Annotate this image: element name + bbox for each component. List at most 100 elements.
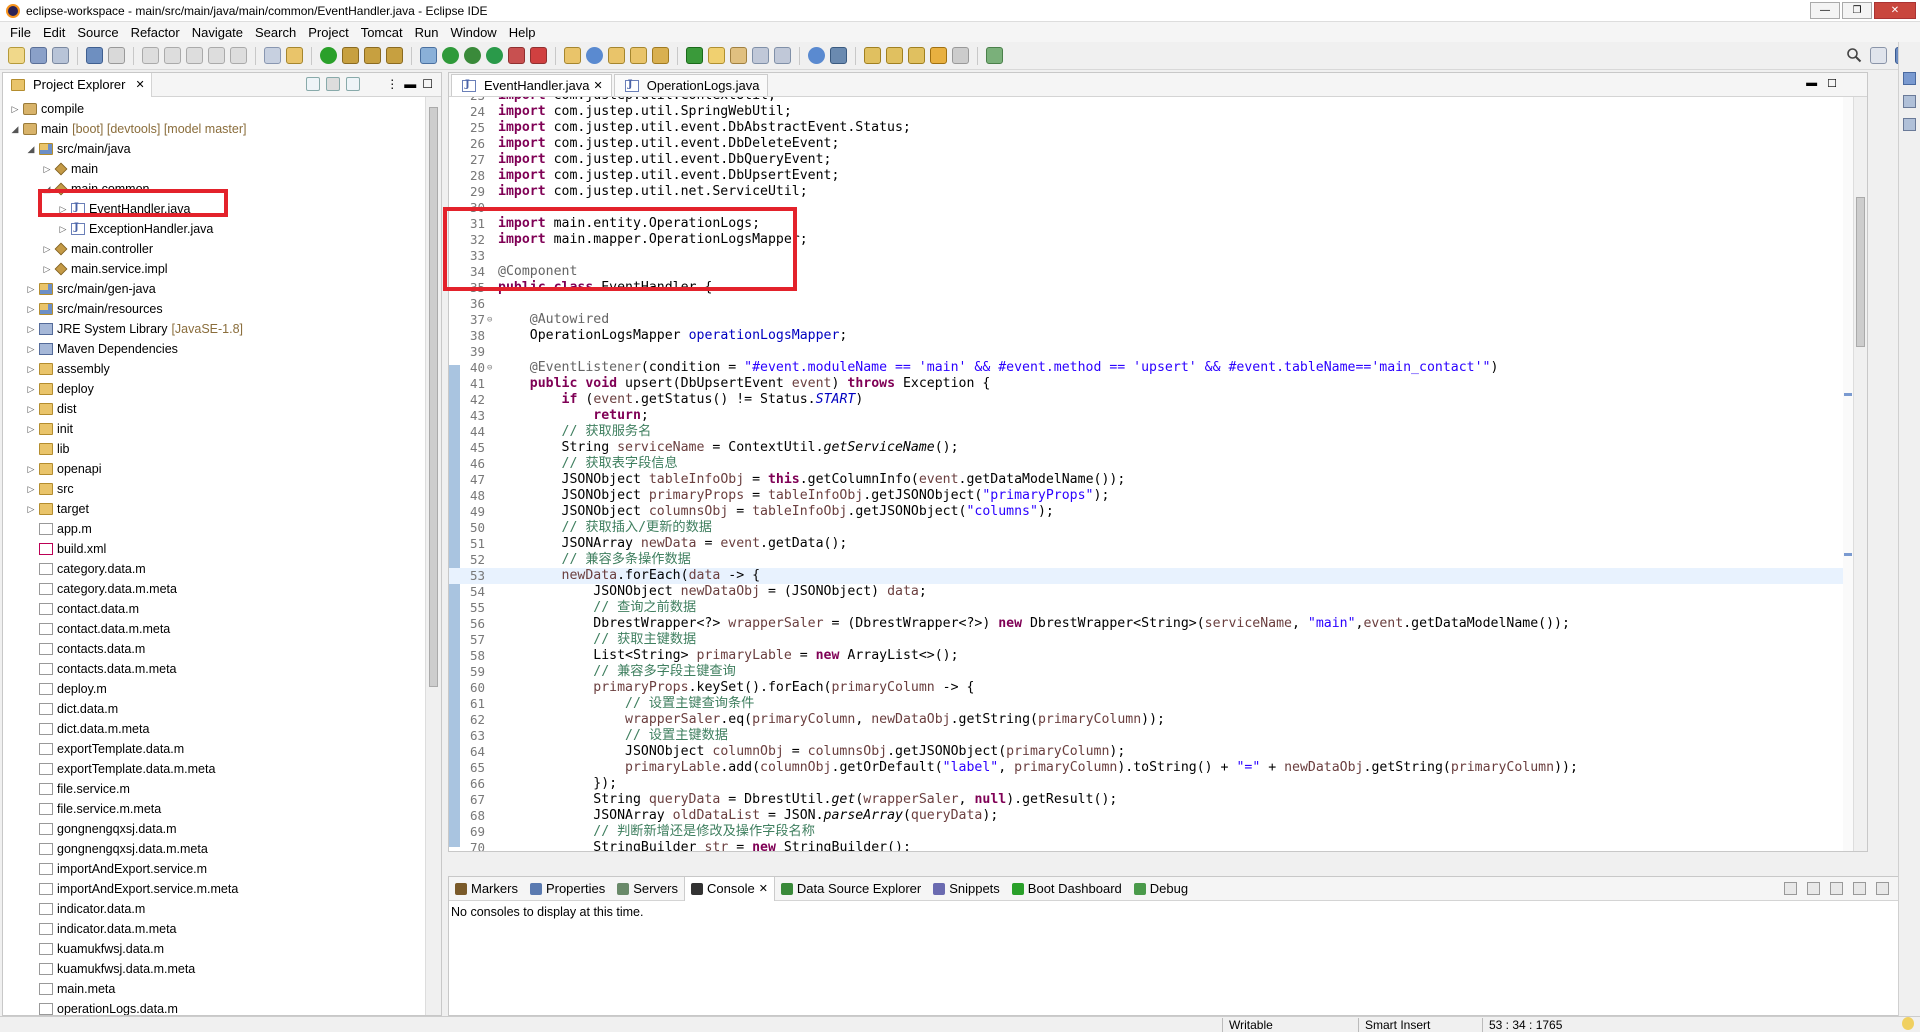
fold-toggle-icon[interactable]: ⊖ xyxy=(487,312,492,328)
forward-icon[interactable] xyxy=(952,47,969,64)
code-line[interactable]: 27 import com.justep.util.event.DbQueryEv… xyxy=(449,152,1867,168)
code-line[interactable]: 69 // 判断新增还是修改及操作字段名称 xyxy=(449,824,1867,840)
close-icon[interactable]: ✕ xyxy=(135,78,144,91)
code-line[interactable]: 61 // 设置主键查询条件 xyxy=(449,696,1867,712)
next-annotation-icon[interactable] xyxy=(686,47,703,64)
tree-item[interactable]: gongnengqxsj.data.m.meta xyxy=(3,839,425,859)
expand-toggle-icon[interactable]: ◢ xyxy=(41,184,53,195)
open-perspective-icon[interactable] xyxy=(1870,47,1887,64)
code-line[interactable]: 52 // 兼容多条操作数据 xyxy=(449,552,1867,568)
menu-run[interactable]: Run xyxy=(409,25,445,40)
tip-lightbulb-icon[interactable] xyxy=(1902,1017,1914,1030)
new-class-icon[interactable] xyxy=(586,47,603,64)
tab-project-explorer[interactable]: Project Explorer ✕ xyxy=(3,72,152,97)
expand-toggle-icon[interactable]: ▷ xyxy=(25,304,37,315)
save-all-icon[interactable] xyxy=(52,47,69,64)
tab-eventhandler-java[interactable]: EventHandler.java ✕ xyxy=(451,74,612,96)
menu-project[interactable]: Project xyxy=(302,25,354,40)
fold-toggle-icon[interactable]: ⊖ xyxy=(487,360,492,376)
tree-item[interactable]: ▷ deploy xyxy=(3,379,425,399)
code-line[interactable]: 48 JSONObject primaryProps = tableInfoOb… xyxy=(449,488,1867,504)
tree-item[interactable]: importAndExport.service.m xyxy=(3,859,425,879)
editor-scrollbar[interactable] xyxy=(1853,97,1867,851)
tree-item[interactable]: ▷ compile xyxy=(3,99,425,119)
close-window-button[interactable]: ✕ xyxy=(1874,2,1916,19)
minimize-view-icon[interactable] xyxy=(1853,882,1866,895)
code-line[interactable]: 23 import com.justep.util.ContextUtil; xyxy=(449,97,1867,104)
code-line[interactable]: 58 List<String> primaryLable = new Array… xyxy=(449,648,1867,664)
expand-toggle-icon[interactable]: ▷ xyxy=(9,104,21,115)
code-line[interactable]: 67 String queryData = DbrestUtil.get(wra… xyxy=(449,792,1867,808)
tree-item[interactable]: indicator.data.m.meta xyxy=(3,919,425,939)
code-line[interactable]: 59 // 兼容多字段主键查询 xyxy=(449,664,1867,680)
expand-toggle-icon[interactable]: ▷ xyxy=(57,224,69,235)
suspend-icon[interactable] xyxy=(164,47,181,64)
collapse-all-icon[interactable] xyxy=(306,77,321,91)
code-line[interactable]: 30 xyxy=(449,200,1867,216)
next-edit-icon[interactable] xyxy=(864,47,881,64)
tree-item[interactable]: kuamukfwsj.data.m xyxy=(3,939,425,959)
tomcat-stop-icon[interactable] xyxy=(364,47,381,64)
debug-icon[interactable] xyxy=(420,47,437,64)
menu-window[interactable]: Window xyxy=(444,25,502,40)
tree-item[interactable]: operationLogs.data.m xyxy=(3,999,425,1015)
tree-item[interactable]: ▷ Maven Dependencies xyxy=(3,339,425,359)
minimize-editor-icon[interactable]: ▬ xyxy=(1806,77,1817,90)
tree-item[interactable]: ▷ ExceptionHandler.java xyxy=(3,219,425,239)
code-line[interactable]: 50 // 获取插入/更新的数据 xyxy=(449,520,1867,536)
menu-edit[interactable]: Edit xyxy=(37,25,71,40)
tree-item[interactable]: file.service.m xyxy=(3,779,425,799)
tomcat-start-icon[interactable] xyxy=(342,47,359,64)
tab-data-source-explorer[interactable]: Data Source Explorer xyxy=(775,877,927,901)
code-line[interactable]: 49 JSONObject columnsObj = tableInfoObj.… xyxy=(449,504,1867,520)
expand-toggle-icon[interactable]: ▷ xyxy=(25,364,37,375)
highlight-icon[interactable] xyxy=(708,47,725,64)
menu-search[interactable]: Search xyxy=(249,25,302,40)
tree-item[interactable]: gongnengqxsj.data.m xyxy=(3,819,425,839)
open-folder-icon[interactable] xyxy=(608,47,625,64)
back-icon[interactable] xyxy=(930,47,947,64)
code-line[interactable]: 46 // 获取表字段信息 xyxy=(449,456,1867,472)
block-selection-icon[interactable] xyxy=(752,47,769,64)
code-line[interactable]: 56 DbrestWrapper<?> wrapperSaler = (Dbre… xyxy=(449,616,1867,632)
tree-item[interactable]: dict.data.m xyxy=(3,699,425,719)
expand-toggle-icon[interactable]: ▷ xyxy=(41,244,53,255)
code-line[interactable]: 68 JSONArray oldDataList = JSON.parseArr… xyxy=(449,808,1867,824)
code-line[interactable]: 24 import com.justep.util.SpringWebUtil; xyxy=(449,104,1867,120)
coverage-icon[interactable] xyxy=(464,47,481,64)
tree-item[interactable]: importAndExport.service.m.meta xyxy=(3,879,425,899)
outline-icon[interactable] xyxy=(1903,72,1916,85)
minimize-view-icon[interactable]: ▬ xyxy=(404,77,416,91)
code-line[interactable]: 36 xyxy=(449,296,1867,312)
code-line[interactable]: 45 String serviceName = ContextUtil.getS… xyxy=(449,440,1867,456)
code-line[interactable]: 65 primaryLable.add(columnObj.getOrDefau… xyxy=(449,760,1867,776)
search-tool-icon[interactable] xyxy=(652,47,669,64)
link-with-editor-icon[interactable] xyxy=(326,77,341,91)
tab-servers[interactable]: Servers xyxy=(611,877,684,901)
tree-item[interactable]: ▷ JRE System Library [JavaSE-1.8] xyxy=(3,319,425,339)
code-line[interactable]: 54 JSONObject newDataObj = (JSONObject) … xyxy=(449,584,1867,600)
overview-mark[interactable] xyxy=(1844,393,1852,396)
web-browser-icon[interactable] xyxy=(808,47,825,64)
expand-toggle-icon[interactable]: ▷ xyxy=(57,204,69,215)
tree-item[interactable]: app.m xyxy=(3,519,425,539)
code-line[interactable]: 53 newData.forEach(data -> { xyxy=(449,568,1867,584)
code-line[interactable]: 39 xyxy=(449,344,1867,360)
show-whitespace-icon[interactable] xyxy=(774,47,791,64)
tree-item[interactable]: ▷ main.service.impl xyxy=(3,259,425,279)
code-line[interactable]: 37 ⊖ @Autowired xyxy=(449,312,1867,328)
close-tab-icon[interactable]: ✕ xyxy=(594,79,603,92)
code-line[interactable]: 40 ⊖ @EventListener(condition = "#event.m… xyxy=(449,360,1867,376)
run-icon[interactable] xyxy=(442,47,459,64)
step-into-icon[interactable] xyxy=(208,47,225,64)
tree-item[interactable]: file.service.m.meta xyxy=(3,799,425,819)
tree-item[interactable]: exportTemplate.data.m.meta xyxy=(3,759,425,779)
tab-debug[interactable]: Debug xyxy=(1128,877,1194,901)
tree-item[interactable]: ◢ src/main/java xyxy=(3,139,425,159)
code-area[interactable]: 23 import com.justep.util.ContextUtil; 24 i… xyxy=(449,97,1867,851)
view-menu-icon[interactable]: ⋮ xyxy=(386,77,398,91)
code-line[interactable]: 41 public void upsert(DbUpsertEvent even… xyxy=(449,376,1867,392)
tree-item[interactable]: ▷ EventHandler.java xyxy=(3,199,425,219)
code-line[interactable]: 25 import com.justep.util.event.DbAbstrac… xyxy=(449,120,1867,136)
expand-toggle-icon[interactable]: ◢ xyxy=(25,144,37,155)
